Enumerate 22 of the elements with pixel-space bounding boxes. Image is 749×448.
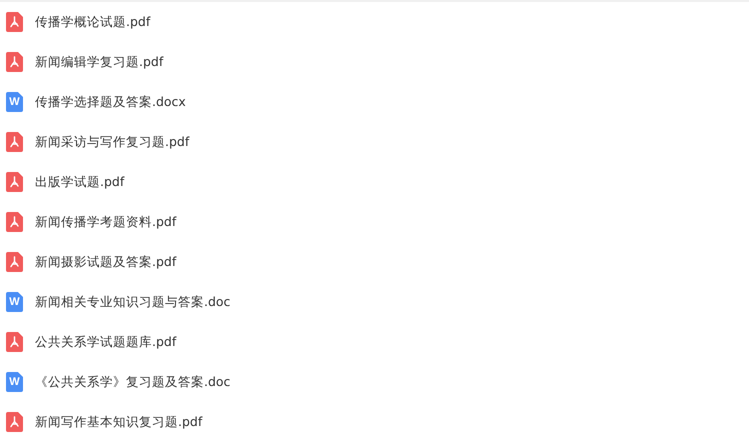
pdf-file-icon xyxy=(6,52,23,72)
file-name[interactable]: 新闻写作基本知识复习题.pdf xyxy=(35,414,202,430)
file-name[interactable]: 传播学概论试题.pdf xyxy=(35,14,150,30)
file-name[interactable]: 传播学选择题及答案.docx xyxy=(35,94,186,110)
pdf-file-icon xyxy=(6,252,23,272)
pdf-file-icon xyxy=(6,212,23,232)
file-name[interactable]: 新闻编辑学复习题.pdf xyxy=(35,54,164,70)
pdf-file-icon xyxy=(6,12,23,32)
pdf-file-icon xyxy=(6,172,23,192)
file-name[interactable]: 新闻摄影试题及答案.pdf xyxy=(35,254,176,270)
file-name[interactable]: 新闻相关专业知识习题与答案.doc xyxy=(35,294,230,310)
file-name[interactable]: 《公共关系学》复习题及答案.doc xyxy=(35,374,230,390)
file-name[interactable]: 出版学试题.pdf xyxy=(35,174,124,190)
pdf-file-icon xyxy=(6,332,23,352)
file-name[interactable]: 公共关系学试题题库.pdf xyxy=(35,334,176,350)
file-name[interactable]: 新闻采访与写作复习题.pdf xyxy=(35,134,190,150)
pdf-file-icon xyxy=(6,412,23,432)
word-file-icon: W xyxy=(6,92,23,112)
file-name[interactable]: 新闻传播学考题资料.pdf xyxy=(35,214,176,230)
pdf-file-icon xyxy=(6,132,23,152)
word-file-icon: W xyxy=(6,372,23,392)
word-file-icon: W xyxy=(6,292,23,312)
